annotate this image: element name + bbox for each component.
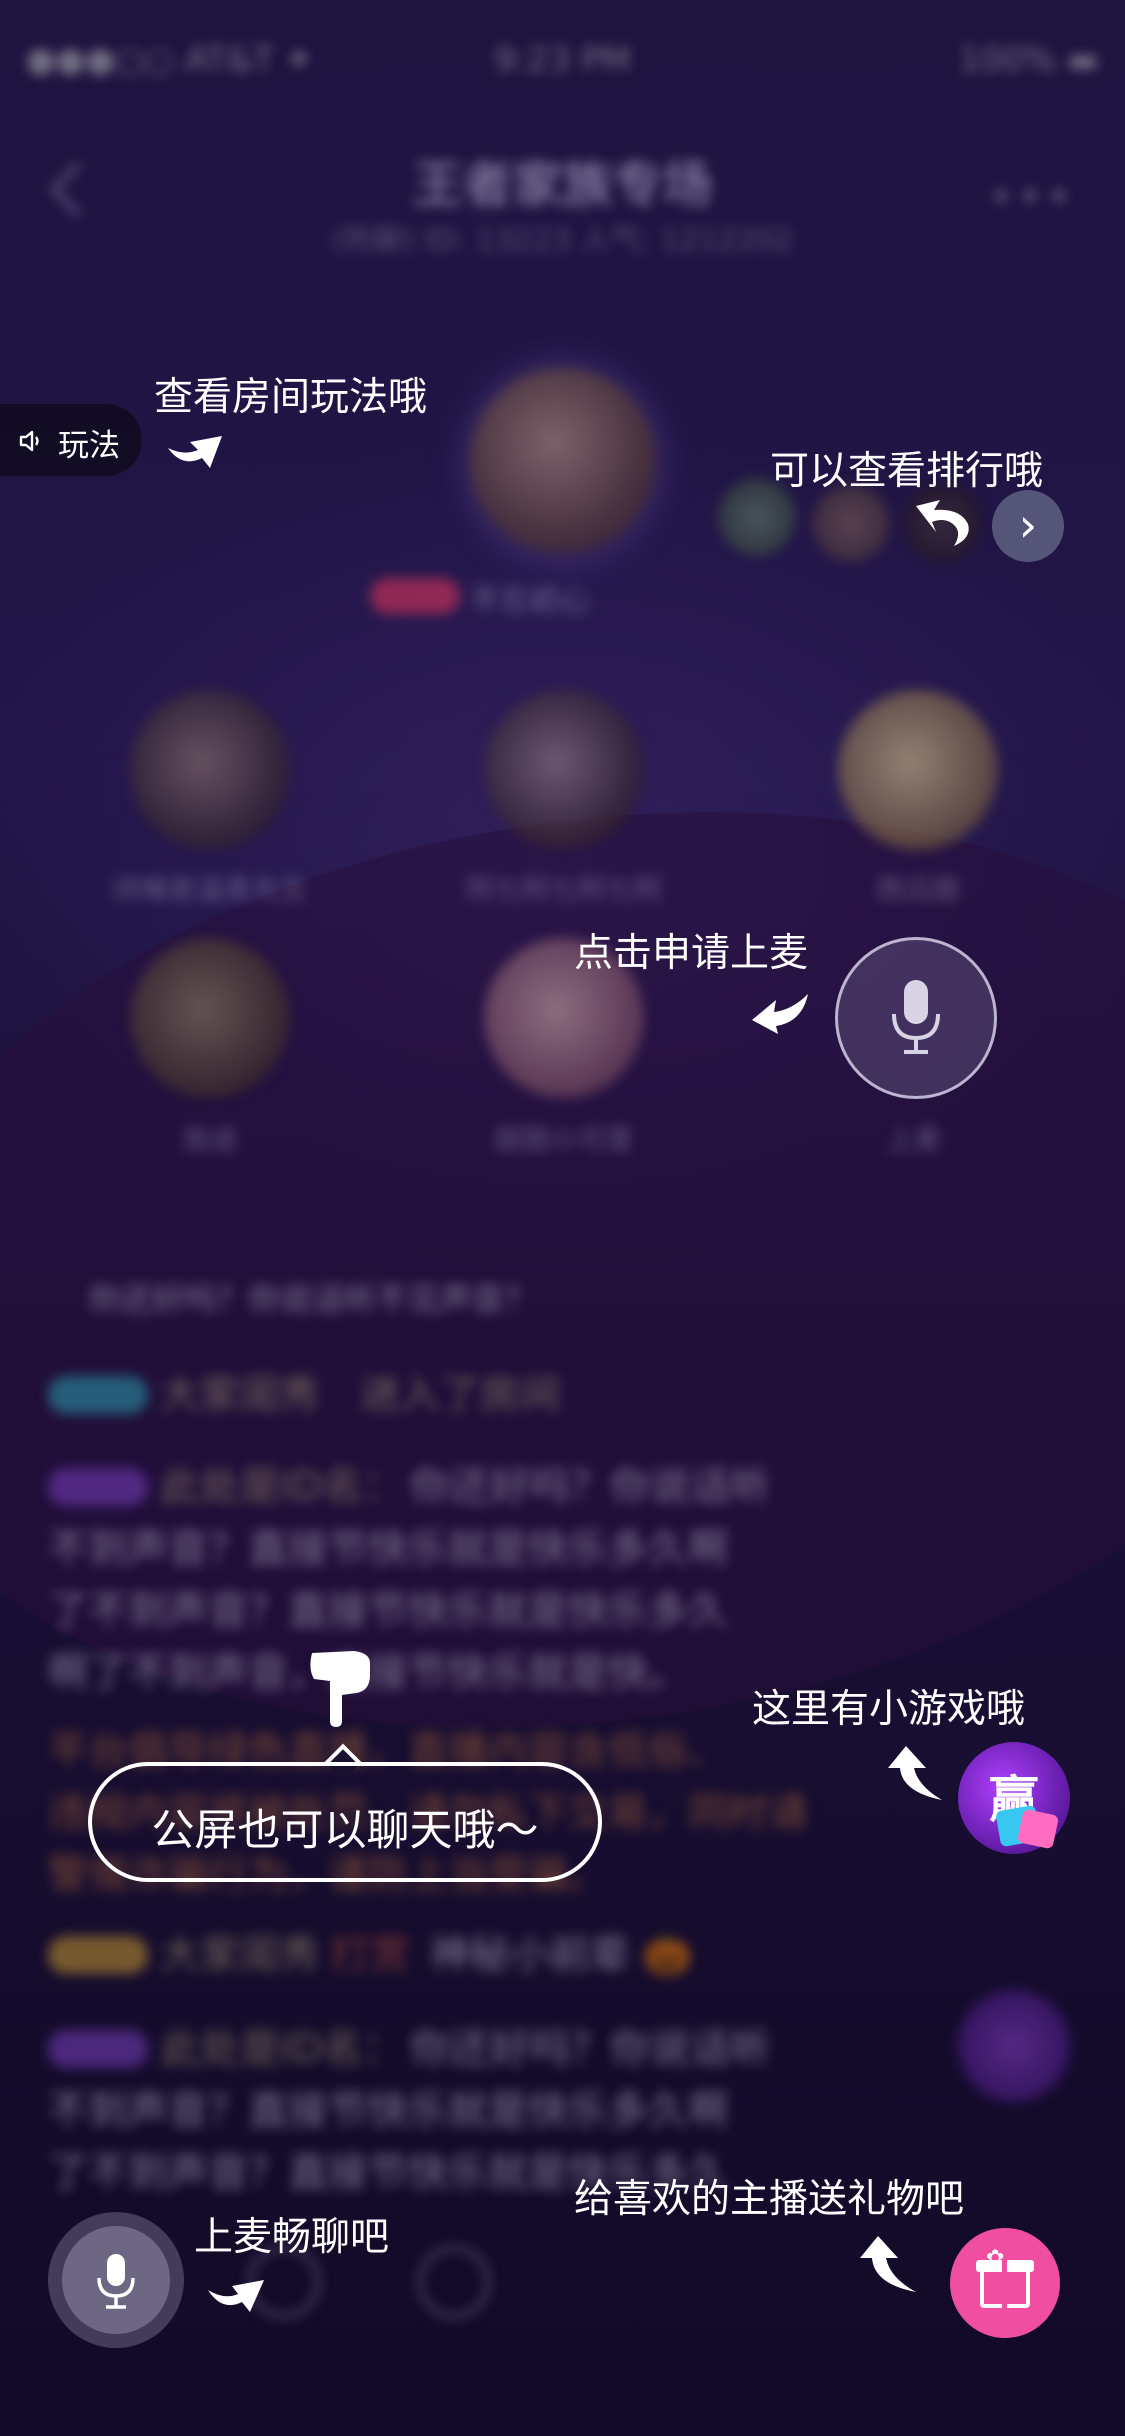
apply-mic-button[interactable]	[835, 937, 997, 1099]
room-title: 王者家族专场	[412, 156, 713, 214]
ranking-next-button[interactable]: ›	[992, 490, 1064, 562]
seat-name-2: 阿七阿七阿七阿	[465, 873, 662, 906]
status-bar: ●●●○○ AT&T ✦ 9:23 PM 100% ▬	[0, 40, 1125, 90]
host-avatar[interactable]	[470, 368, 656, 554]
curved-arrow-icon	[752, 994, 808, 1034]
emoji-icon[interactable]	[418, 2246, 490, 2318]
chat-msg4-line: 不到声音？直接节快乐就是快乐多久啊	[48, 2088, 728, 2134]
chat-msg2-line: 了不到声音？直接节快乐就是快乐多久	[48, 1588, 728, 1634]
chat-msg4-user: 此处是ID名：	[160, 2026, 403, 2072]
host-name: 不忘初心	[470, 584, 590, 619]
system-notice: 你还好吗？你说话听不见声音？	[88, 1280, 537, 1318]
game-icon-blurred	[958, 1990, 1070, 2102]
pointing-hand-icon	[294, 1645, 378, 1747]
seat-name-6: 上麦	[885, 1123, 942, 1156]
microphone-icon	[892, 980, 940, 1054]
host-badge	[370, 578, 460, 614]
play-rules-button[interactable]: 玩法	[0, 404, 142, 476]
tip-apply-mic: 点击申请上麦	[574, 931, 809, 976]
microphone-icon	[97, 2254, 135, 2309]
chat-msg4-line: 你还好吗？你说话听	[410, 2026, 770, 2072]
tip-mini-game: 这里有小游戏哦	[752, 1687, 1026, 1732]
gift-bow: ✿	[986, 2246, 1005, 2271]
curved-arrow-icon	[888, 1746, 942, 1800]
more-icon[interactable]: •••	[988, 172, 1075, 223]
game-cube-icon	[1016, 1808, 1060, 1850]
battery: 100% ▬	[958, 40, 1099, 80]
seat-avatar-2[interactable]	[484, 690, 644, 850]
tip-send-gift: 给喜欢的主播送礼物吧	[574, 2177, 965, 2222]
chat-msg3-gift: 打赏	[330, 1932, 410, 1978]
play-rules-label: 玩法	[58, 428, 120, 464]
curved-arrow-icon	[208, 2280, 264, 2312]
level-badge	[48, 1468, 148, 1506]
tip-ranking: 可以查看排行哦	[770, 449, 1044, 494]
tip-play-rules: 查看房间玩法哦	[154, 375, 428, 420]
level-badge	[48, 1376, 148, 1414]
mini-game-button[interactable]: 赢	[958, 1742, 1070, 1854]
curved-arrow-icon	[860, 2236, 916, 2292]
bottom-mic-button[interactable]	[48, 2212, 184, 2348]
chat-msg2-line: 不到声音？直接节快乐就是快乐多久啊	[48, 1526, 728, 1572]
chat-msg2-user: 此处是ID名：	[160, 1464, 403, 1510]
seat-name-1: 闭嘴是温柔先生	[111, 873, 308, 906]
seat-name-3: 西瓜甜	[875, 873, 960, 906]
curved-arrow-icon	[916, 500, 969, 546]
chat-msg1-user: 大家闺秀	[160, 1372, 320, 1418]
seat-avatar-4[interactable]	[130, 938, 290, 1098]
tip-public-chat: 公屏也可以聊天哦～	[151, 1806, 539, 1856]
chat-msg2-line: 你还好吗？你说话听	[410, 1464, 770, 1510]
seat-name-4: 旅途	[181, 1123, 238, 1156]
chat-msg1-text: 进入了房间	[360, 1372, 560, 1418]
seat-avatar-3[interactable]	[838, 690, 998, 850]
gift-button[interactable]: ✿	[950, 2228, 1060, 2338]
seat-avatar-1[interactable]	[130, 690, 290, 850]
curved-arrow-icon	[168, 436, 222, 468]
level-badge	[48, 1936, 148, 1974]
public-chat-tip-bubble: 公屏也可以聊天哦～	[88, 1762, 602, 1882]
room-subtitle: (热聊) ID: 13223 人气: 1212202	[331, 223, 794, 258]
seat-name-5: 甜甜小可爱	[493, 1123, 634, 1156]
chat-msg3-text: 神秘小前辈 🎃	[430, 1932, 693, 1978]
clock: 9:23 PM	[494, 40, 631, 80]
level-badge	[48, 2030, 148, 2068]
speaker-icon	[19, 430, 39, 452]
tip-mic-chat: 上麦畅聊吧	[194, 2215, 390, 2260]
chat-msg3-user: 大家闺秀	[160, 1932, 320, 1978]
